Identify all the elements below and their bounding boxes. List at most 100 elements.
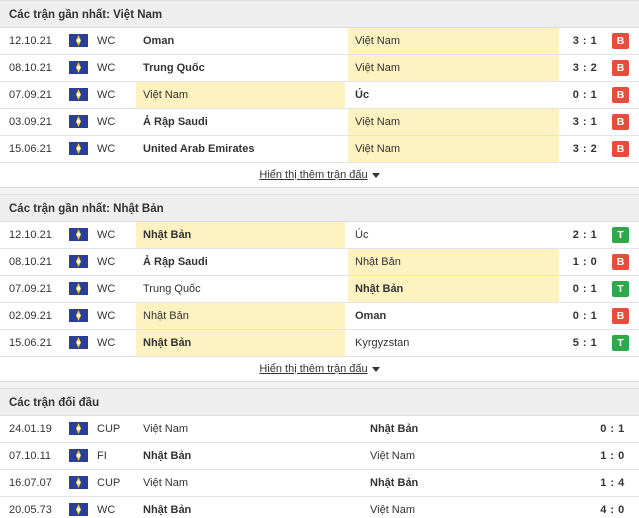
match-row[interactable]: 07.09.21 WC Trung Quốc Nhật Bản 0 : 1T <box>0 276 639 303</box>
match-date: 07.09.21 <box>9 283 52 295</box>
away-team[interactable]: Việt Nam <box>348 109 559 135</box>
home-team[interactable]: Nhật Bản <box>136 497 363 518</box>
away-team[interactable]: Nhật Bản <box>348 276 559 302</box>
league-flag-icon <box>69 336 88 349</box>
competition-code: WC <box>97 35 116 47</box>
home-team[interactable]: United Arab Emirates <box>136 136 345 162</box>
show-more-row: Hiển thị thêm trận đấu <box>0 357 639 382</box>
competition-code: WC <box>97 256 116 268</box>
competition-code: FI <box>97 450 107 462</box>
result-badge: T <box>612 335 629 351</box>
match-date: 15.06.21 <box>9 337 52 349</box>
match-date: 08.10.21 <box>9 256 52 268</box>
h2h-match-row[interactable]: 16.07.07 CUP Việt Nam Nhật Bản 1 : 4 <box>0 470 639 497</box>
match-score[interactable]: 2 : 1 <box>560 222 610 248</box>
h2h-match-row[interactable]: 20.05.73 WC Nhật Bản Việt Nam 4 : 0 <box>0 497 639 518</box>
match-score[interactable]: 4 : 0 <box>590 497 635 518</box>
away-team[interactable]: Nhật Bản <box>348 249 559 275</box>
match-score[interactable]: 3 : 2 <box>560 136 610 162</box>
away-team[interactable]: Việt Nam <box>348 136 559 162</box>
away-team[interactable]: Nhật Bản <box>363 470 589 496</box>
home-team[interactable]: Trung Quốc <box>136 55 345 81</box>
home-team[interactable]: Trung Quốc <box>136 276 345 302</box>
match-score[interactable]: 3 : 1 <box>560 28 610 54</box>
league-flag-icon <box>69 255 88 268</box>
league-flag-icon <box>69 503 88 516</box>
match-score[interactable]: 1 : 4 <box>590 470 635 496</box>
match-date: 07.10.11 <box>9 450 52 462</box>
match-row[interactable]: 02.09.21 WC Nhật Bản Oman 0 : 1B <box>0 303 639 330</box>
competition-code: WC <box>97 62 116 74</box>
match-row[interactable]: 08.10.21 WC Ả Rập Saudi Nhật Bản 1 : 0B <box>0 249 639 276</box>
home-team[interactable]: Nhật Bản <box>136 222 345 248</box>
match-score[interactable]: 1 : 0 <box>560 249 610 275</box>
match-date: 16.07.07 <box>9 477 52 489</box>
match-row[interactable]: 08.10.21 WC Trung Quốc Việt Nam 3 : 2B <box>0 55 639 82</box>
match-date: 02.09.21 <box>9 310 52 322</box>
away-team[interactable]: Nhật Bản <box>363 416 589 442</box>
caret-down-icon <box>371 172 380 178</box>
section-header: Các trận đối đầu <box>0 388 639 416</box>
away-team[interactable]: Việt Nam <box>363 497 589 518</box>
away-team[interactable]: Việt Nam <box>348 28 559 54</box>
show-more-link[interactable]: Hiển thị thêm trận đấu <box>259 169 380 181</box>
match-row[interactable]: 12.10.21 WC Oman Việt Nam 3 : 1B <box>0 28 639 55</box>
caret-down-icon <box>371 366 380 372</box>
home-team[interactable]: Nhật Bản <box>136 303 345 329</box>
away-team[interactable]: Oman <box>348 303 559 329</box>
competition-code: WC <box>97 89 116 101</box>
home-team[interactable]: Nhật Bản <box>136 330 345 356</box>
league-flag-icon <box>69 88 88 101</box>
away-team[interactable]: Kyrgyzstan <box>348 330 559 356</box>
match-score[interactable]: 0 : 1 <box>590 416 635 442</box>
home-team[interactable]: Oman <box>136 28 345 54</box>
result-badge: B <box>612 60 629 76</box>
home-team[interactable]: Việt Nam <box>136 470 363 496</box>
show-more-link[interactable]: Hiển thị thêm trận đấu <box>259 363 380 375</box>
match-score[interactable]: 1 : 0 <box>590 443 635 469</box>
away-team[interactable]: Việt Nam <box>363 443 589 469</box>
home-team[interactable]: Việt Nam <box>136 416 363 442</box>
away-team[interactable]: Úc <box>348 222 559 248</box>
result-badge: B <box>612 308 629 324</box>
league-flag-icon <box>69 282 88 295</box>
league-flag-icon <box>69 61 88 74</box>
home-team[interactable]: Việt Nam <box>136 82 345 108</box>
league-flag-icon <box>69 309 88 322</box>
league-flag-icon <box>69 228 88 241</box>
section-header: Các trận gần nhất: Nhật Bản <box>0 194 639 222</box>
match-row[interactable]: 03.09.21 WC Ả Rập Saudi Việt Nam 3 : 1B <box>0 109 639 136</box>
result-badge: B <box>612 114 629 130</box>
match-row[interactable]: 15.06.21 WC United Arab Emirates Việt Nam 3 … <box>0 136 639 163</box>
competition-code: WC <box>97 143 116 155</box>
match-score[interactable]: 3 : 2 <box>560 55 610 81</box>
away-team[interactable]: Việt Nam <box>348 55 559 81</box>
match-date: 08.10.21 <box>9 62 52 74</box>
result-badge: B <box>612 33 629 49</box>
result-badge: B <box>612 254 629 270</box>
match-date: 12.10.21 <box>9 229 52 241</box>
match-score[interactable]: 0 : 1 <box>560 276 610 302</box>
home-team[interactable]: Nhật Bản <box>136 443 363 469</box>
match-row[interactable]: 07.09.21 WC Việt Nam Úc 0 : 1B <box>0 82 639 109</box>
home-team[interactable]: Ả Rập Saudi <box>136 249 345 275</box>
match-date: 20.05.73 <box>9 504 52 516</box>
match-row[interactable]: 12.10.21 WC Nhật Bản Úc 2 : 1T <box>0 222 639 249</box>
result-badge: B <box>612 141 629 157</box>
competition-code: WC <box>97 229 116 241</box>
league-flag-icon <box>69 34 88 47</box>
h2h-match-row[interactable]: 24.01.19 CUP Việt Nam Nhật Bản 0 : 1 <box>0 416 639 443</box>
home-team[interactable]: Ả Rập Saudi <box>136 109 345 135</box>
match-score[interactable]: 0 : 1 <box>560 82 610 108</box>
competition-code: WC <box>97 116 116 128</box>
section-header: Các trận gần nhất: Việt Nam <box>0 0 639 28</box>
away-team[interactable]: Úc <box>348 82 559 108</box>
match-date: 07.09.21 <box>9 89 52 101</box>
match-score[interactable]: 5 : 1 <box>560 330 610 356</box>
match-row[interactable]: 15.06.21 WC Nhật Bản Kyrgyzstan 5 : 1T <box>0 330 639 357</box>
competition-code: WC <box>97 337 116 349</box>
h2h-match-row[interactable]: 07.10.11 FI Nhật Bản Việt Nam 1 : 0 <box>0 443 639 470</box>
show-more-label: Hiển thị thêm trận đấu <box>259 169 368 181</box>
match-score[interactable]: 3 : 1 <box>560 109 610 135</box>
match-score[interactable]: 0 : 1 <box>560 303 610 329</box>
